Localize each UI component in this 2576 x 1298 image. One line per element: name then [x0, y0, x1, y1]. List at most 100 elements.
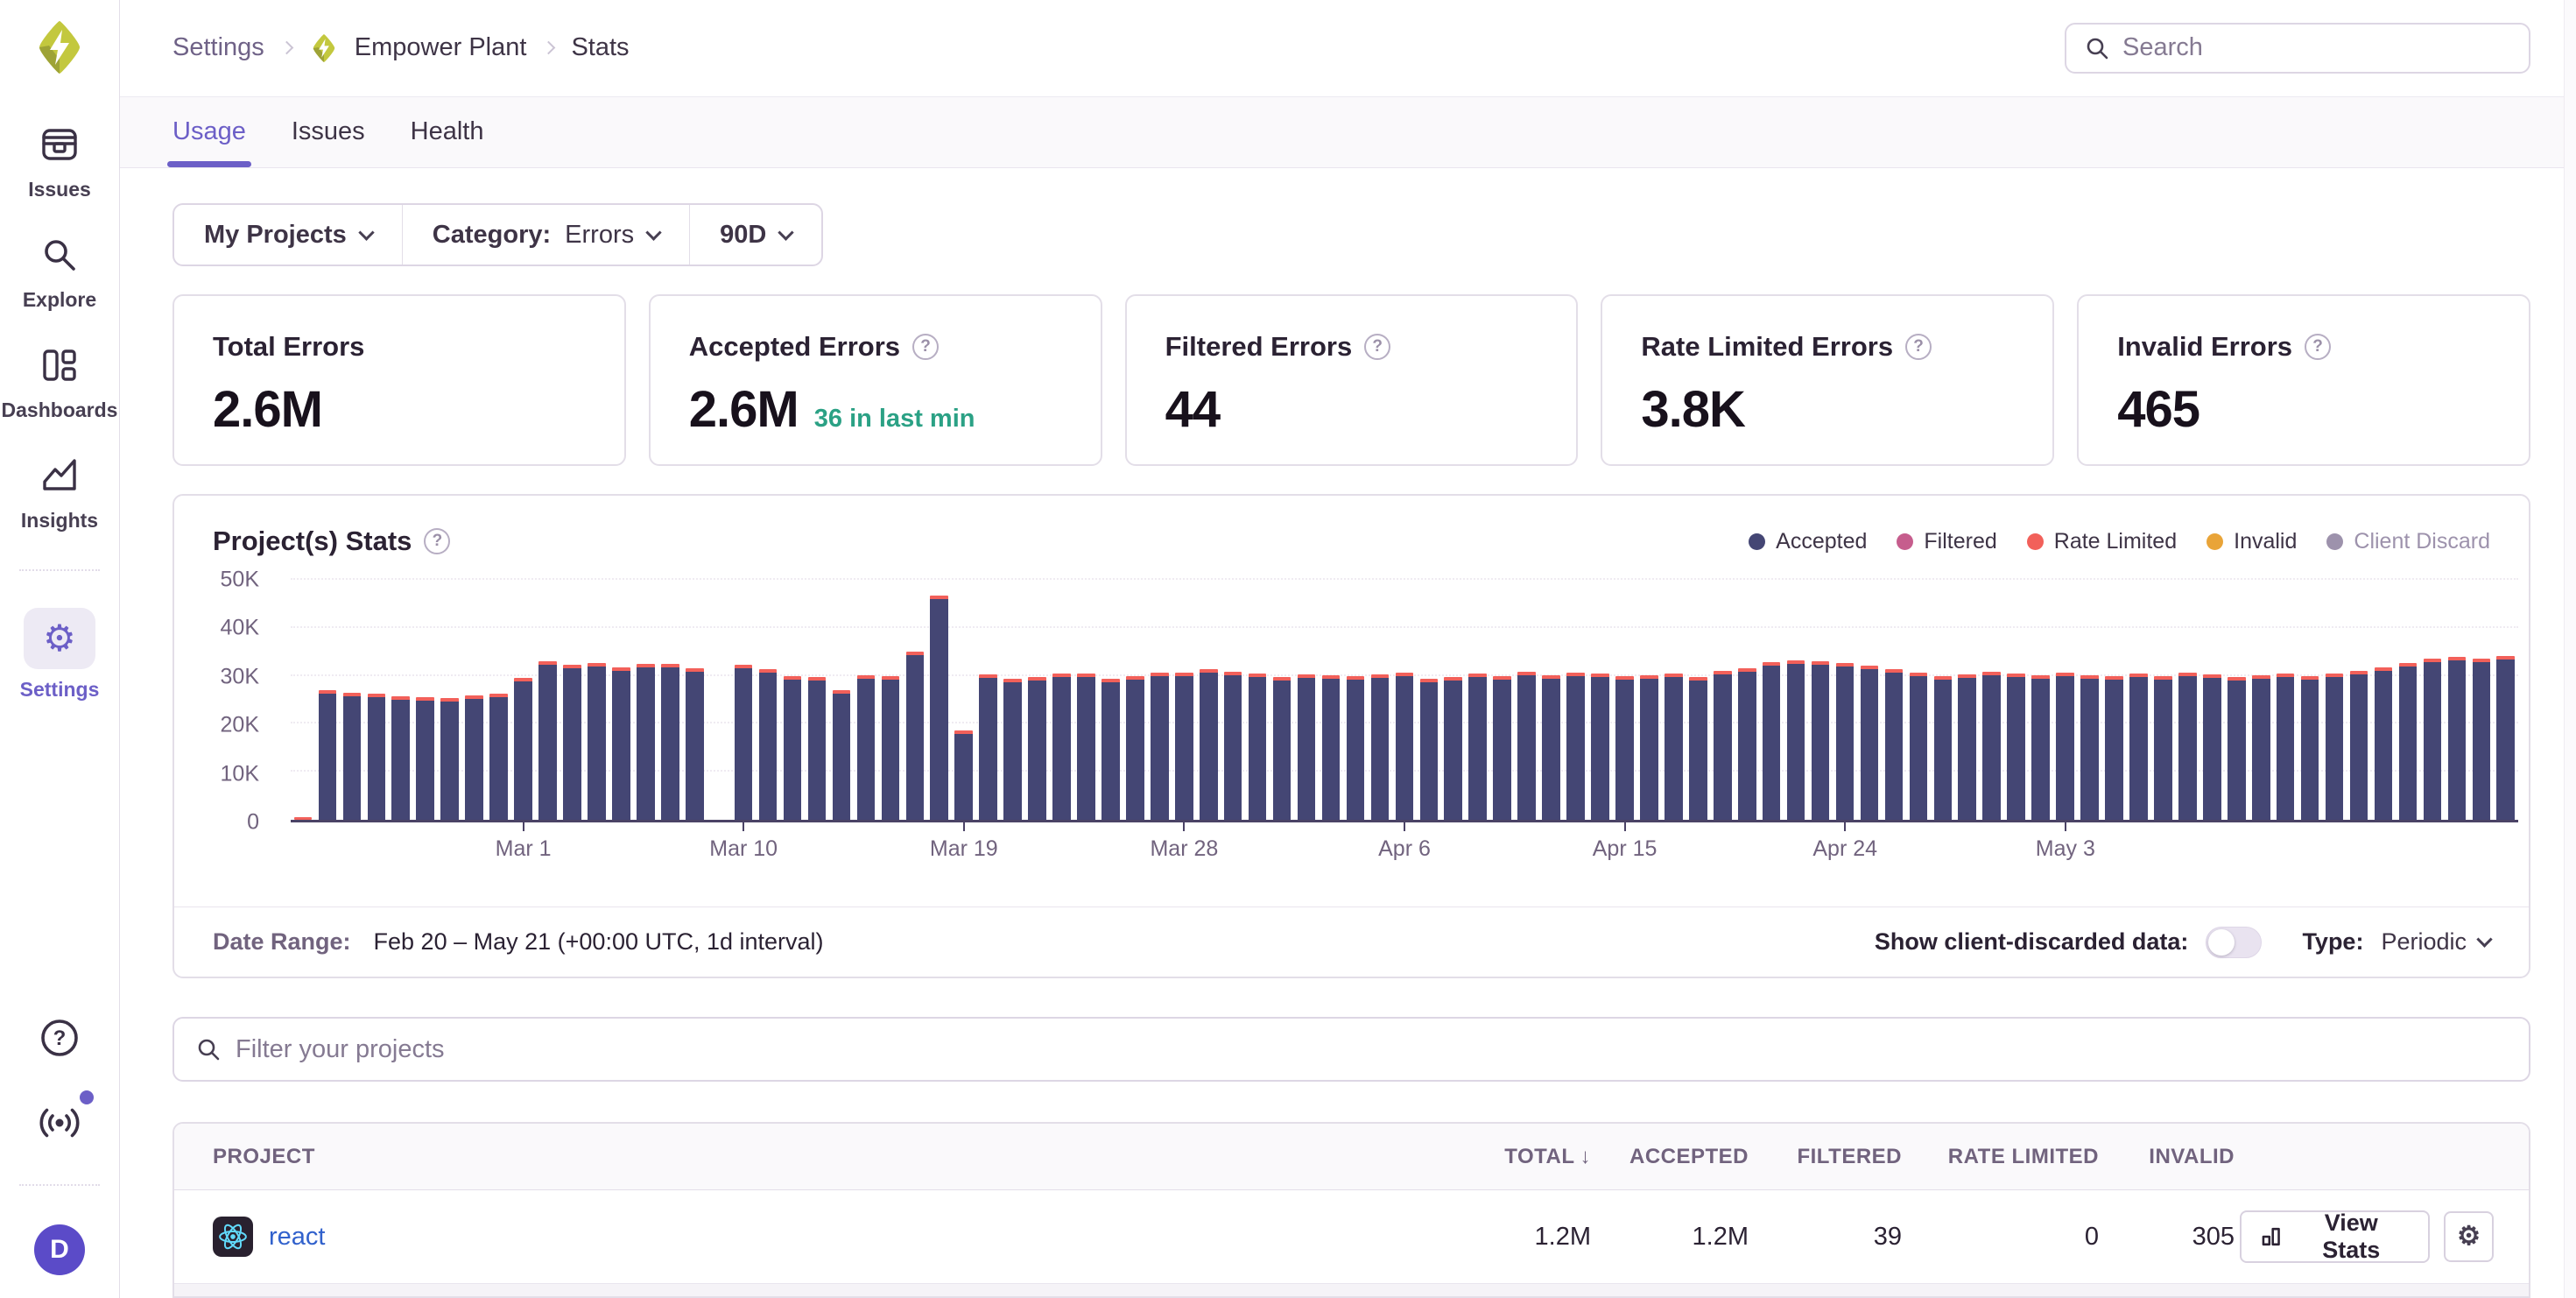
- chart-bar[interactable]: [784, 676, 802, 820]
- chart-bar[interactable]: [1200, 669, 1218, 820]
- chart-bar[interactable]: [563, 665, 581, 820]
- chart-bar[interactable]: [1493, 676, 1511, 820]
- chart-bar[interactable]: [2228, 677, 2246, 820]
- chart-bar[interactable]: [882, 676, 900, 820]
- chart-bar[interactable]: [661, 664, 679, 820]
- client-discard-toggle[interactable]: [2206, 927, 2262, 958]
- chart-bar[interactable]: [1003, 679, 1022, 820]
- help-icon[interactable]: ?: [39, 1018, 80, 1062]
- column-project[interactable]: PROJECT: [174, 1145, 1456, 1169]
- chart-bar[interactable]: [1763, 662, 1781, 820]
- chart-bar[interactable]: [2252, 675, 2270, 820]
- chart-bar[interactable]: [833, 690, 851, 821]
- column-accepted[interactable]: ACCEPTED: [1596, 1145, 1754, 1169]
- chart-bar[interactable]: [1175, 673, 1193, 820]
- legend-client-discard[interactable]: Client Discard: [2326, 529, 2490, 554]
- chart-bar[interactable]: [1787, 660, 1805, 820]
- chart-bar[interactable]: [2496, 656, 2515, 820]
- sidebar-item-issues[interactable]: Issues: [0, 124, 119, 201]
- tab-issues[interactable]: Issues: [292, 97, 365, 167]
- chart-bar[interactable]: [465, 695, 483, 820]
- chart-bar[interactable]: [2399, 663, 2418, 820]
- chart-bar[interactable]: [686, 668, 704, 820]
- chart-bar[interactable]: [1910, 673, 1928, 820]
- chart-bar[interactable]: [2301, 676, 2319, 820]
- chart-bar[interactable]: [2326, 674, 2344, 820]
- chart-bar[interactable]: [1347, 676, 1365, 820]
- chart-bar[interactable]: [735, 665, 753, 820]
- chart-bar[interactable]: [489, 694, 508, 820]
- sidebar-item-insights[interactable]: Insights: [0, 455, 119, 533]
- chart-bar[interactable]: [2031, 675, 2050, 820]
- legend-filtered[interactable]: Filtered: [1897, 529, 1996, 554]
- chart-bar[interactable]: [1885, 669, 1904, 820]
- chart-bar[interactable]: [2178, 673, 2197, 820]
- chart-bar[interactable]: [1714, 671, 1732, 820]
- chart-bar[interactable]: [1861, 666, 1879, 820]
- project-link[interactable]: react: [269, 1223, 325, 1252]
- chart-bar[interactable]: [1958, 674, 1976, 820]
- chart-bar[interactable]: [1444, 677, 1462, 820]
- breadcrumb-org[interactable]: Empower Plant: [355, 33, 527, 62]
- breadcrumb-settings[interactable]: Settings: [172, 33, 264, 62]
- chart-bar[interactable]: [1420, 679, 1439, 820]
- chart-bar[interactable]: [906, 652, 925, 820]
- chart-bar[interactable]: [368, 694, 386, 820]
- chart-bar[interactable]: [1077, 674, 1095, 820]
- chart-bar[interactable]: [2154, 676, 2172, 820]
- chart-bar[interactable]: [391, 696, 410, 820]
- chart-bar[interactable]: [1468, 674, 1487, 820]
- sentry-logo-icon[interactable]: [32, 19, 88, 75]
- chart-bar[interactable]: [1371, 674, 1390, 820]
- chart-bar[interactable]: [1591, 674, 1609, 820]
- chart-bar[interactable]: [1396, 673, 1414, 820]
- help-circle-icon[interactable]: ?: [912, 334, 939, 360]
- tab-health[interactable]: Health: [411, 97, 484, 167]
- chart-bar[interactable]: [514, 678, 532, 820]
- category-selector[interactable]: Category: Errors: [402, 205, 689, 265]
- chart-bar[interactable]: [637, 664, 655, 820]
- chart-bar[interactable]: [1126, 676, 1144, 820]
- chart-bar[interactable]: [1101, 679, 1120, 820]
- column-rate-limited[interactable]: RATE LIMITED: [1907, 1145, 2104, 1169]
- chart-bar[interactable]: [2056, 673, 2074, 820]
- sidebar-item-dashboards[interactable]: Dashboards: [0, 345, 119, 422]
- chart-bar[interactable]: [1812, 661, 1830, 820]
- whats-new-broadcast-icon[interactable]: [38, 1101, 81, 1146]
- global-search[interactable]: [2065, 23, 2530, 74]
- chart-bar[interactable]: [759, 669, 778, 820]
- chart-bar[interactable]: [2277, 674, 2295, 820]
- chart-bar[interactable]: [319, 690, 337, 820]
- sidebar-item-settings[interactable]: ⚙ Settings: [0, 608, 119, 702]
- chart-bar[interactable]: [930, 596, 948, 820]
- chart-bar[interactable]: [1517, 672, 1536, 820]
- project-selector[interactable]: My Projects: [174, 205, 402, 265]
- chart-bar[interactable]: [294, 817, 313, 820]
- chart-bar[interactable]: [1028, 677, 1046, 820]
- help-circle-icon[interactable]: ?: [2305, 334, 2331, 360]
- chart-bar[interactable]: [1665, 674, 1683, 820]
- chart-bar[interactable]: [2375, 667, 2393, 820]
- chart-bar[interactable]: [1224, 672, 1242, 820]
- view-stats-button[interactable]: View Stats: [2240, 1210, 2430, 1263]
- tab-usage[interactable]: Usage: [172, 97, 246, 167]
- chart-bar[interactable]: [1689, 677, 1707, 820]
- chart-bar[interactable]: [2424, 659, 2442, 820]
- period-selector[interactable]: 90D: [689, 205, 821, 265]
- chart-bar[interactable]: [1615, 676, 1634, 820]
- chart-bar[interactable]: [1249, 674, 1267, 820]
- chart-bar[interactable]: [808, 677, 827, 820]
- legend-rate-limited[interactable]: Rate Limited: [2027, 529, 2177, 554]
- chart-bar[interactable]: [954, 730, 973, 820]
- chart-bar[interactable]: [1052, 674, 1071, 820]
- chart-bar[interactable]: [1566, 673, 1585, 820]
- chart-bar[interactable]: [612, 667, 630, 820]
- chart-bar[interactable]: [857, 675, 876, 820]
- chart-bar[interactable]: [588, 663, 606, 820]
- legend-accepted[interactable]: Accepted: [1749, 529, 1867, 554]
- chart-bar[interactable]: [538, 661, 557, 820]
- help-circle-icon[interactable]: ?: [1905, 334, 1932, 360]
- chart-bar[interactable]: [1836, 663, 1855, 820]
- column-total[interactable]: TOTAL↓: [1456, 1145, 1596, 1169]
- chart-bar[interactable]: [2007, 674, 2025, 820]
